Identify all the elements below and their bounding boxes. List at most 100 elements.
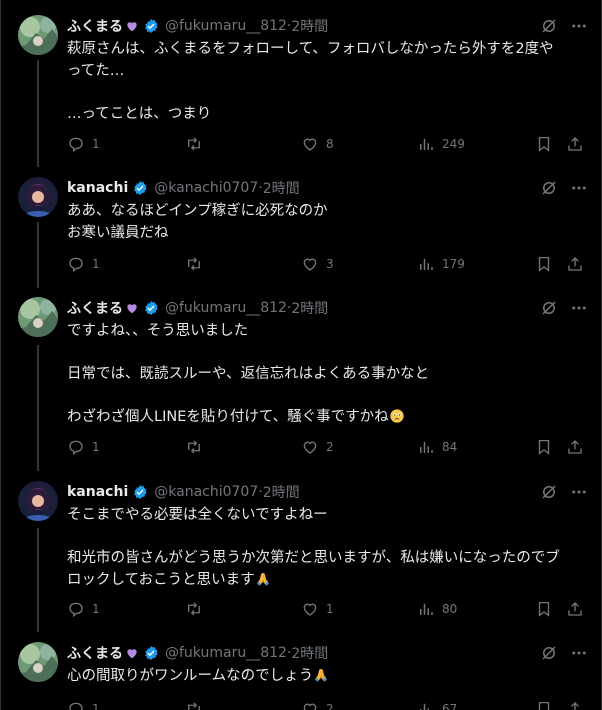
like-button[interactable]: 1 <box>301 600 334 618</box>
bookmark-icon <box>538 256 550 272</box>
grok-icon[interactable] <box>540 17 558 35</box>
timestamp[interactable]: 2時間 <box>263 482 300 502</box>
grok-icon[interactable] <box>540 483 558 501</box>
views-icon <box>420 703 429 710</box>
more-icon[interactable] <box>570 299 588 317</box>
reply-icon <box>69 440 83 456</box>
retweet-button[interactable] <box>185 438 210 456</box>
tweet-text: 心の間取りがワンルームなのでしょう <box>67 666 587 688</box>
avatar-kanachi[interactable] <box>18 177 58 217</box>
retweet-icon <box>188 602 200 616</box>
like-icon <box>303 258 317 271</box>
action-bar: 1 8 249 <box>67 135 590 155</box>
text-line: お寒い議員だね <box>67 224 169 241</box>
retweet-button[interactable] <box>185 255 210 273</box>
handle[interactable]: @fukumaru__812 <box>165 300 287 316</box>
folded-hands-emoji <box>256 572 269 586</box>
grok-icon[interactable] <box>540 644 558 662</box>
reply-icon <box>69 257 83 273</box>
text-line: ですよね、、そう思いました <box>67 323 249 339</box>
avatar-fukumaru[interactable] <box>18 642 58 682</box>
avatar-kanachi[interactable] <box>18 481 58 521</box>
views-button[interactable]: 80 <box>417 600 457 618</box>
share-icon <box>568 137 582 151</box>
like-count: 3 <box>326 257 334 271</box>
more-icon[interactable] <box>570 644 588 662</box>
share-button[interactable] <box>566 438 584 456</box>
verified-badge-icon <box>134 181 147 195</box>
views-icon <box>420 603 433 615</box>
like-count: 1 <box>326 602 334 616</box>
avatar-fukumaru[interactable] <box>18 15 58 55</box>
timestamp[interactable]: 2時間 <box>291 643 328 663</box>
handle[interactable]: @kanachi0707 <box>154 484 258 500</box>
tweet-text: そこまでやる必要は全くないですよねー 和光市の皆さんがどう思うか次第だと思います… <box>67 505 587 591</box>
folded-hands-emoji <box>315 669 328 682</box>
sad-face-emoji <box>389 409 404 423</box>
view-count: 80 <box>442 602 458 616</box>
more-icon[interactable] <box>570 483 588 501</box>
bookmark-button[interactable] <box>535 700 553 710</box>
view-count: 84 <box>442 440 458 454</box>
retweet-button[interactable] <box>185 135 210 153</box>
text-line: わざわざ個人LINEを貼り付けて、騒ぐ事ですかね <box>67 409 389 425</box>
more-icon[interactable] <box>570 179 588 197</box>
handle[interactable]: @fukumaru__812 <box>165 18 287 34</box>
verified-badge-icon <box>134 485 147 499</box>
views-icon <box>420 258 433 270</box>
text-line: …ってことは、つまり <box>67 105 212 122</box>
reply-button[interactable]: 1 <box>67 438 100 456</box>
retweet-button[interactable] <box>185 600 210 618</box>
like-button[interactable]: 2 <box>301 438 334 456</box>
action-bar: 1 1 80 <box>67 600 590 620</box>
like-button[interactable]: 8 <box>301 135 334 153</box>
display-name[interactable]: ふくまる <box>67 16 123 36</box>
like-icon <box>303 703 317 710</box>
share-button[interactable] <box>566 600 584 618</box>
action-bar: 1 2 84 <box>67 438 590 458</box>
display-name[interactable]: kanachi <box>67 180 128 196</box>
share-button[interactable] <box>566 700 584 710</box>
reply-button[interactable]: 1 <box>67 700 100 710</box>
share-icon <box>571 702 579 710</box>
display-name[interactable]: ふくまる <box>67 298 123 318</box>
share-button[interactable] <box>566 255 584 273</box>
views-button[interactable]: 67 <box>417 700 457 710</box>
views-button[interactable]: 249 <box>417 135 465 153</box>
share-icon <box>568 602 582 616</box>
share-button[interactable] <box>566 135 584 153</box>
timestamp[interactable]: 2時間 <box>291 16 328 36</box>
reply-button[interactable]: 1 <box>67 600 100 618</box>
like-icon <box>303 441 317 454</box>
purple-heart-emoji <box>127 22 137 32</box>
timestamp[interactable]: 2時間 <box>291 298 328 318</box>
avatar-fukumaru[interactable] <box>18 297 58 337</box>
bookmark-button[interactable] <box>535 600 553 618</box>
like-count: 2 <box>326 440 334 454</box>
display-name[interactable]: ふくまる <box>67 643 123 663</box>
bookmark-icon <box>538 701 550 710</box>
bookmark-button[interactable] <box>535 135 553 153</box>
bookmark-icon <box>538 136 550 152</box>
reply-button[interactable]: 1 <box>67 135 100 153</box>
timestamp[interactable]: 2時間 <box>263 178 300 198</box>
reply-icon <box>69 137 83 153</box>
bookmark-button[interactable] <box>535 438 553 456</box>
reply-button[interactable]: 1 <box>67 255 100 273</box>
bookmark-button[interactable] <box>535 255 553 273</box>
thread-connector <box>37 528 39 632</box>
purple-heart-emoji <box>127 304 137 314</box>
display-name[interactable]: kanachi <box>67 484 128 500</box>
like-button[interactable]: 3 <box>301 255 334 273</box>
handle[interactable]: @fukumaru__812 <box>165 645 287 661</box>
grok-icon[interactable] <box>540 299 558 317</box>
handle[interactable]: @kanachi0707 <box>154 180 258 196</box>
retweet-button[interactable] <box>185 700 210 710</box>
like-button[interactable]: 2 <box>301 700 334 710</box>
views-button[interactable]: 84 <box>417 438 457 456</box>
grok-icon[interactable] <box>540 179 558 197</box>
views-button[interactable]: 179 <box>417 255 465 273</box>
text-line: 和光市の皆さんがどう思うか次第だと思いますが、私は嫌いになったのでブ <box>67 550 560 566</box>
action-bar: 1 2 67 <box>67 700 590 710</box>
more-icon[interactable] <box>570 17 588 35</box>
